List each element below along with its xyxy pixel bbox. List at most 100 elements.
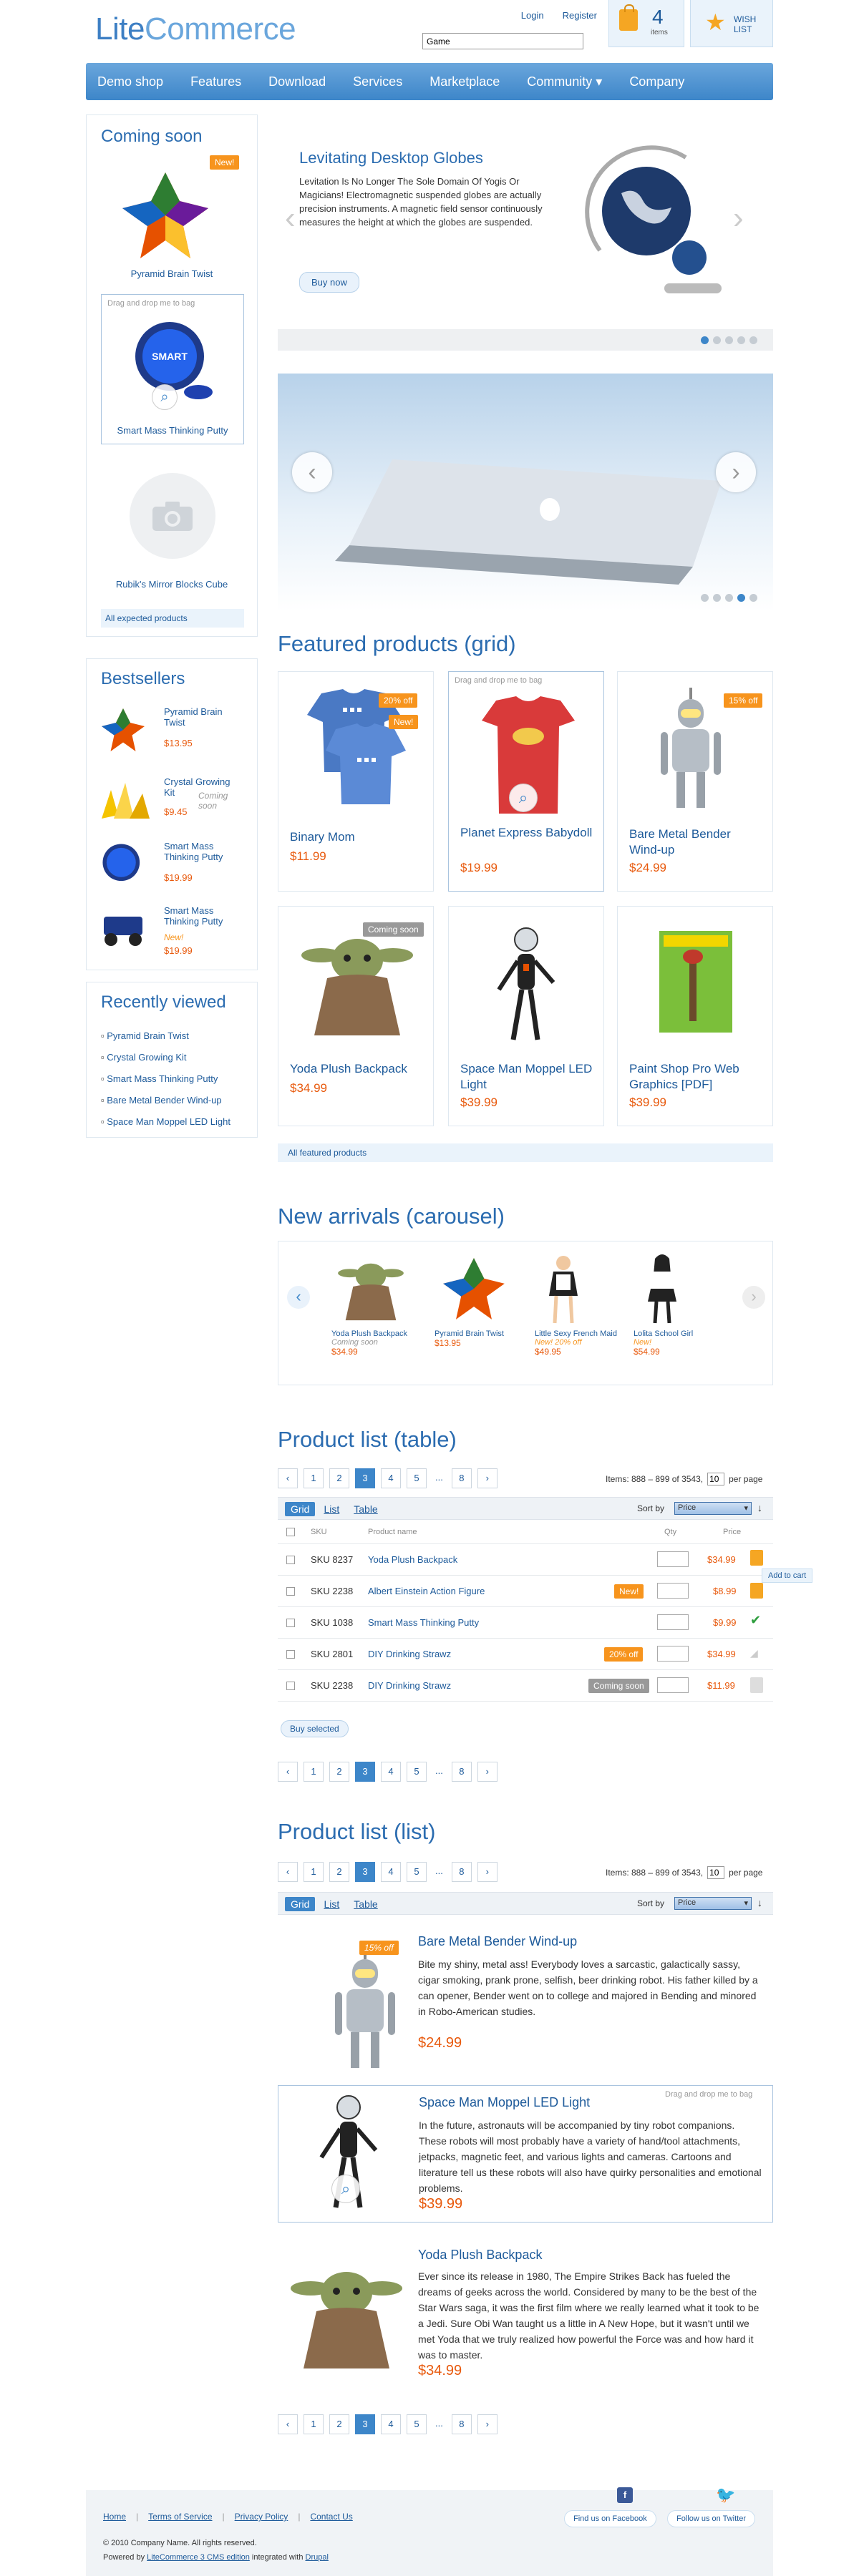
bestseller-name[interactable]: Pyramid Brain Twist [164,706,243,728]
next-arrow-icon[interactable]: › [733,200,744,236]
footer-link-home[interactable]: Home [103,2512,126,2522]
page-prev[interactable]: ‹ [278,2414,298,2434]
product-name[interactable]: Yoda Plush Backpack [418,2247,542,2263]
per-page-input[interactable] [707,1866,725,1879]
row-product-link[interactable]: DIY Drinking Strawz [368,1680,451,1691]
carousel-item[interactable]: Lolita School Girl New! $54.99 [634,1253,719,1357]
dot[interactable] [725,336,733,344]
product-card[interactable]: Coming soon Yoda Plush Backpack $34.99 [278,906,434,1126]
qty-input[interactable] [657,1583,689,1599]
prev-slide-button[interactable]: ‹ [292,452,332,492]
bestseller-name[interactable]: Smart Mass Thinking Putty [164,841,243,862]
page-link[interactable]: 8 [451,1468,472,1488]
all-featured-link[interactable]: All featured products [278,1143,773,1162]
select-all-checkbox[interactable] [286,1528,295,1536]
coming-item-3[interactable]: Rubik's Mirror Blocks Cube [87,579,257,590]
drag-card[interactable]: Drag and drop me to bag SMART ⌕ Smart Ma… [101,294,244,444]
list-item[interactable]: Drag and drop me to bag ⌕ Space Man Mopp… [278,2085,773,2223]
page-link[interactable]: 2 [329,1468,349,1488]
product-name[interactable]: Yoda Plush Backpack [290,1061,426,1077]
page-link[interactable]: 5 [407,1862,427,1882]
recent-item[interactable]: ▫ Smart Mass Thinking Putty [101,1068,230,1090]
bestseller-item[interactable]: Crystal Growing Kit Coming soon $9.45 [98,775,248,839]
nav-company[interactable]: Company [629,74,684,89]
carousel-next-button[interactable]: › [742,1286,765,1309]
product-name[interactable]: Space Man Moppel LED Light [460,1061,596,1093]
buy-now-button[interactable]: Buy now [299,272,359,293]
recent-item[interactable]: ▫ Crystal Growing Kit [101,1047,230,1068]
nav-services[interactable]: Services [353,74,402,89]
row-checkbox[interactable] [286,1619,295,1627]
bestseller-item[interactable]: Pyramid Brain Twist $13.95 [98,705,248,769]
dot[interactable] [725,594,733,602]
page-prev[interactable]: ‹ [278,1468,298,1488]
qty-input[interactable] [657,1646,689,1662]
page-link[interactable]: 4 [381,1762,401,1782]
page-next[interactable]: › [477,1862,498,1882]
page-link[interactable]: 4 [381,2414,401,2434]
page-link[interactable]: 5 [407,1762,427,1782]
page-link[interactable]: 5 [407,2414,427,2434]
tab-list[interactable]: List [318,1502,345,1516]
qty-input[interactable] [657,1551,689,1567]
page-prev[interactable]: ‹ [278,1862,298,1882]
sort-select[interactable]: Price ▾ [674,1897,752,1910]
row-checkbox[interactable] [286,1682,295,1690]
product-name[interactable]: Bare Metal Bender Wind-up [629,826,765,858]
prev-arrow-icon[interactable]: ‹ [285,200,296,236]
nav-features[interactable]: Features [190,74,241,89]
sort-direction-icon[interactable]: ↓ [757,1502,762,1513]
page-link[interactable]: 1 [304,1762,324,1782]
coming-item-2[interactable]: Smart Mass Thinking Putty [102,425,243,436]
zoom-icon[interactable]: ⌕ [152,384,178,410]
dot[interactable] [713,594,721,602]
sort-direction-icon[interactable]: ↓ [757,1897,762,1908]
tab-table[interactable]: Table [348,1502,383,1516]
logo[interactable]: LiteCommerce [95,11,296,47]
login-link[interactable]: Login [521,10,544,21]
page-link[interactable]: 8 [451,2414,472,2434]
wishlist-box[interactable]: ★ WISH LIST [690,0,773,47]
dot[interactable] [737,336,745,344]
recent-item[interactable]: ▫ Space Man Moppel LED Light [101,1111,230,1133]
dot[interactable] [749,594,757,602]
coming-item-1[interactable]: Pyramid Brain Twist [87,268,257,279]
pyramid-brain-twist-image[interactable] [115,165,215,265]
carousel-item[interactable]: Yoda Plush Backpack Coming soon $34.99 [331,1253,424,1357]
footer-link-privacy[interactable]: Privacy Policy [235,2512,288,2522]
page-next[interactable]: › [477,1468,498,1488]
page-link[interactable]: 4 [381,1862,401,1882]
product-card[interactable]: Space Man Moppel LED Light $39.99 [448,906,604,1126]
product-name[interactable]: Bare Metal Bender Wind-up [418,1933,577,1949]
page-link[interactable]: 4 [381,1468,401,1488]
bestseller-name[interactable]: Smart Mass Thinking Putty [164,905,243,927]
nav-demo-shop[interactable]: Demo shop [97,74,163,89]
product-name[interactable]: Paint Shop Pro Web Graphics [PDF] [629,1061,765,1093]
carousel-item-name[interactable]: Lolita School Girl [634,1330,719,1338]
carousel-item-name[interactable]: Yoda Plush Backpack [331,1330,424,1338]
per-page-input[interactable] [707,1473,725,1485]
facebook-button[interactable]: Find us on Facebook [564,2510,656,2527]
carousel-item[interactable]: Little Sexy French Maid New! 20% off $49… [535,1253,621,1357]
dot[interactable] [701,594,709,602]
row-product-link[interactable]: Yoda Plush Backpack [368,1554,457,1565]
tab-list[interactable]: List [318,1897,345,1911]
page-current[interactable]: 3 [355,1862,375,1882]
drupal-link[interactable]: Drupal [306,2553,329,2562]
zoom-icon[interactable]: ⌕ [331,2175,360,2203]
dot[interactable] [749,336,757,344]
row-checkbox[interactable] [286,1587,295,1596]
page-link[interactable]: 5 [407,1468,427,1488]
dot[interactable] [713,336,721,344]
nav-download[interactable]: Download [268,74,326,89]
product-card[interactable]: Paint Shop Pro Web Graphics [PDF] $39.99 [617,906,773,1126]
page-link[interactable]: 8 [451,1762,472,1782]
sort-select[interactable]: Price ▾ [674,1502,752,1515]
all-expected-link[interactable]: All expected products [101,609,244,628]
page-link[interactable]: 1 [304,1468,324,1488]
page-next[interactable]: › [477,1762,498,1782]
product-name[interactable]: Binary Mom [290,829,426,845]
page-current[interactable]: 3 [355,1762,375,1782]
page-current[interactable]: 3 [355,1468,375,1488]
search-input[interactable] [422,33,583,49]
